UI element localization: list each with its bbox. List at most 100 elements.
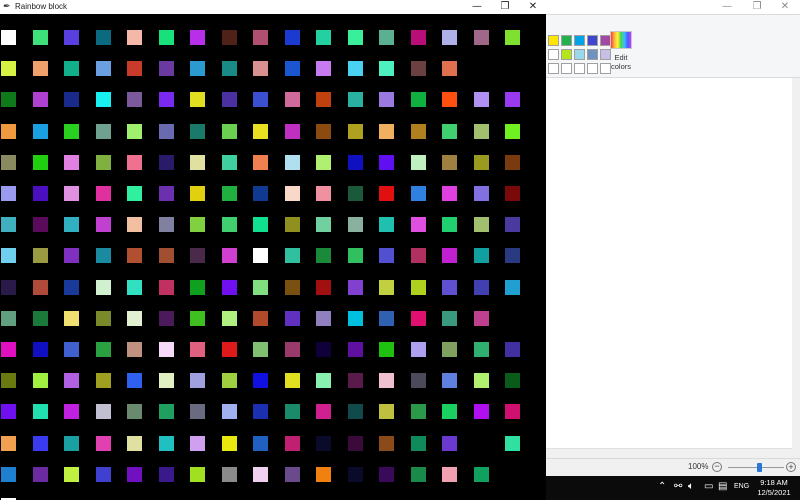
grid-cell [190, 342, 205, 357]
grid-cell [253, 404, 268, 419]
grid-cell [33, 311, 48, 326]
clock-time[interactable]: 9:18 AM [754, 478, 794, 488]
window-titlebar[interactable]: ✒ Rainbow block — ❐ ✕ [0, 0, 546, 14]
color-swatch[interactable] [574, 49, 585, 60]
grid-cell [222, 30, 237, 45]
grid-cell [442, 217, 457, 232]
grid-cell [222, 467, 237, 482]
grid-cell [222, 155, 237, 170]
paint-close-icon[interactable]: ✕ [770, 0, 800, 14]
zoom-in-icon[interactable]: + [786, 462, 796, 472]
paint-canvas[interactable] [546, 78, 793, 448]
grid-cell [285, 342, 300, 357]
grid-cell [33, 92, 48, 107]
color-swatch[interactable] [561, 63, 572, 74]
grid-cell [474, 124, 489, 139]
grid-cell [64, 373, 79, 388]
color-swatch[interactable] [548, 63, 559, 74]
zoom-out-icon[interactable]: − [712, 462, 722, 472]
rainbow-canvas[interactable] [0, 14, 546, 500]
paint-vertical-scrollbar[interactable] [792, 78, 800, 448]
battery-icon[interactable]: ▭ [704, 481, 713, 493]
grid-cell [474, 280, 489, 295]
grid-cell [474, 248, 489, 263]
grid-cell [379, 248, 394, 263]
grid-cell [1, 186, 16, 201]
grid-cell [190, 248, 205, 263]
color-swatch[interactable] [548, 35, 559, 46]
paint-restore-icon[interactable]: ❐ [742, 0, 772, 14]
grid-cell [190, 124, 205, 139]
grid-cell [505, 186, 520, 201]
grid-cell [127, 92, 142, 107]
grid-cell [505, 373, 520, 388]
grid-cell [411, 155, 426, 170]
color-swatch[interactable] [587, 49, 598, 60]
color-swatch[interactable] [561, 49, 572, 60]
grid-cell [348, 30, 363, 45]
grid-cell [505, 61, 520, 76]
grid-cell [127, 404, 142, 419]
edit-colors-icon[interactable] [610, 31, 632, 49]
grid-cell [33, 342, 48, 357]
grid-cell [285, 217, 300, 232]
language-indicator[interactable]: ENG [734, 483, 749, 490]
grid-cell [379, 186, 394, 201]
grid-cell [1, 311, 16, 326]
restore-icon[interactable]: ❐ [490, 0, 520, 14]
grid-cell [348, 248, 363, 263]
grid-cell [474, 436, 489, 451]
grid-cell [64, 404, 79, 419]
color-swatch[interactable] [587, 35, 598, 46]
color-swatch[interactable] [561, 35, 572, 46]
grid-cell [96, 248, 111, 263]
grid-cell [33, 124, 48, 139]
grid-cell [379, 404, 394, 419]
grid-cell [474, 30, 489, 45]
grid-cell [1, 124, 16, 139]
grid-cell [379, 217, 394, 232]
grid-cell [285, 311, 300, 326]
feather-icon: ✒ [3, 2, 11, 12]
edit-colors-label[interactable]: Edit colors [604, 53, 638, 71]
grid-cell [190, 155, 205, 170]
grid-cell [96, 30, 111, 45]
grid-cell [379, 342, 394, 357]
paint-status-bar: 100% − + [546, 458, 800, 477]
grid-cell [159, 186, 174, 201]
grid-cell [1, 342, 16, 357]
grid-cell [127, 61, 142, 76]
grid-cell [285, 467, 300, 482]
grid-cell [253, 248, 268, 263]
grid-cell [222, 186, 237, 201]
paint-minimize-icon[interactable]: — [712, 0, 742, 14]
grid-cell [442, 61, 457, 76]
color-swatch[interactable] [587, 63, 598, 74]
color-swatch[interactable] [548, 49, 559, 60]
color-swatch[interactable] [574, 35, 585, 46]
zoom-slider[interactable] [728, 467, 784, 468]
clock-date[interactable]: 12/5/2021 [754, 488, 794, 498]
grid-cell [348, 436, 363, 451]
grid-cell [159, 467, 174, 482]
color-swatch[interactable] [574, 63, 585, 74]
grid-cell [505, 280, 520, 295]
grid-cell [379, 124, 394, 139]
grid-cell [505, 467, 520, 482]
zoom-slider-thumb[interactable] [757, 463, 762, 472]
grid-cell [505, 311, 520, 326]
network-icon[interactable]: ⚯ [674, 481, 682, 493]
notification-icon[interactable]: ▤ [718, 481, 727, 493]
grid-cell [253, 92, 268, 107]
volume-icon[interactable]: 🔈︎ [688, 481, 694, 493]
close-icon[interactable]: ✕ [518, 0, 548, 14]
grid-cell [316, 186, 331, 201]
grid-cell [411, 436, 426, 451]
grid-cell [33, 373, 48, 388]
grid-cell [222, 373, 237, 388]
grid-cell [190, 467, 205, 482]
chevron-up-icon[interactable]: ⌃ [658, 481, 666, 493]
grid-cell [96, 373, 111, 388]
minimize-icon[interactable]: — [462, 0, 492, 14]
grid-cell [253, 373, 268, 388]
